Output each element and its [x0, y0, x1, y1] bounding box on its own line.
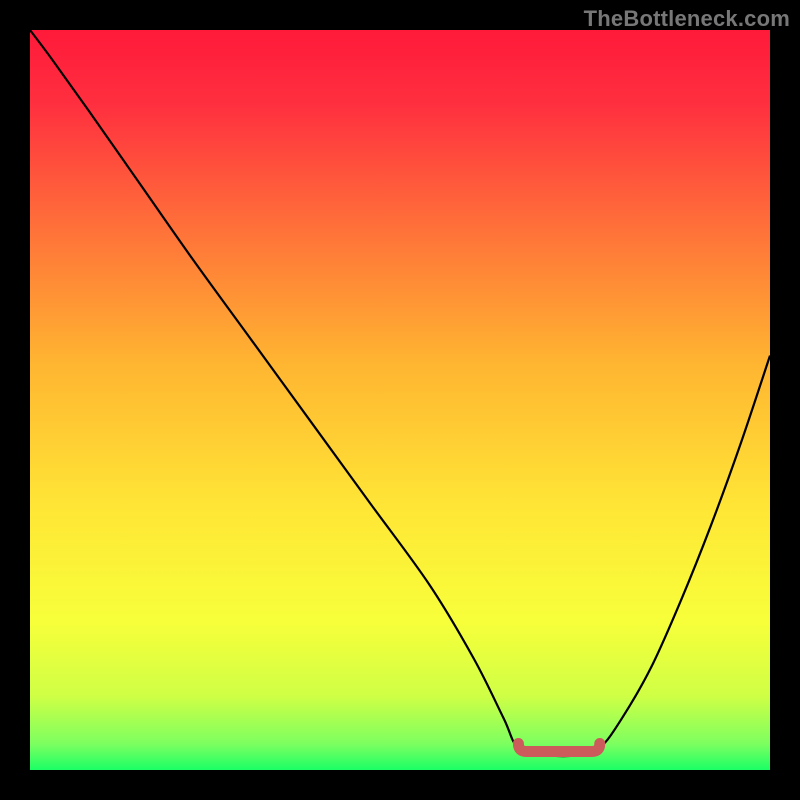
- bottleneck-chart: [30, 30, 770, 770]
- plot-area: [30, 30, 770, 770]
- gradient-background: [30, 30, 770, 770]
- watermark-text: TheBottleneck.com: [584, 6, 790, 32]
- chart-frame: TheBottleneck.com: [0, 0, 800, 800]
